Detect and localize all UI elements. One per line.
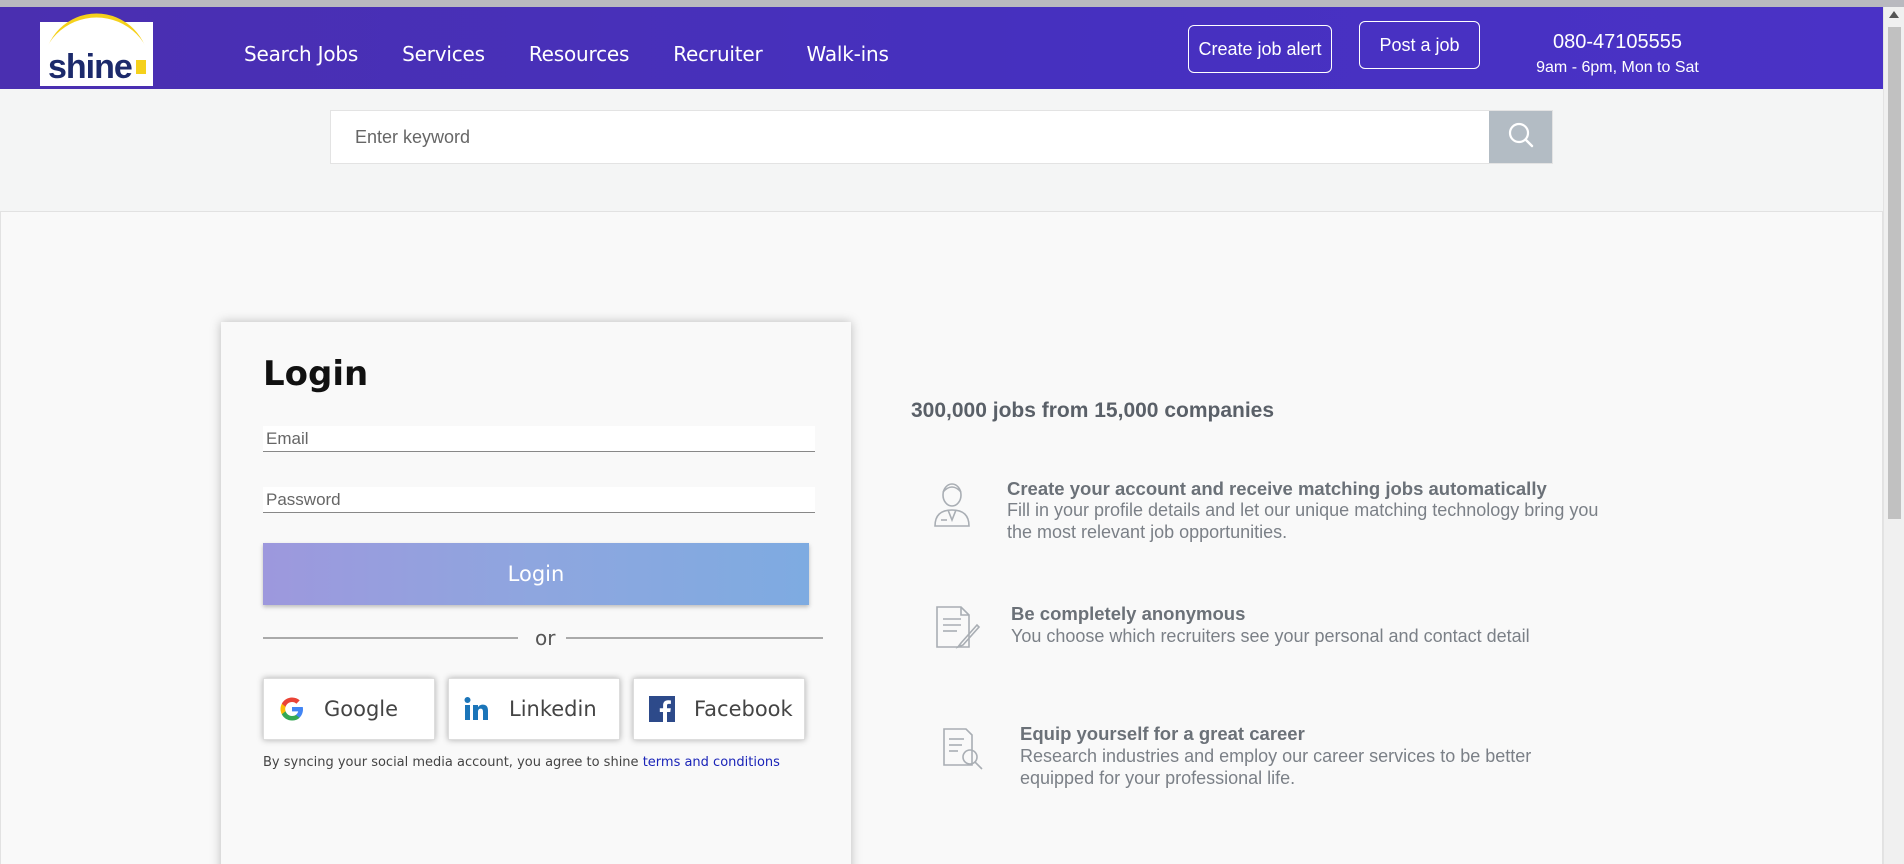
scroll-up-arrow-icon[interactable] <box>1889 11 1899 18</box>
feature-description: Fill in your profile details and let our… <box>1007 500 1599 542</box>
feature-title: Be completely anonymous <box>1011 603 1246 624</box>
contact-info: 080-47105555 9am - 6pm, Mon to Sat <box>1520 31 1715 77</box>
login-card: Login Login or Google L <box>221 322 851 864</box>
nav-resources[interactable]: Resources <box>529 42 630 66</box>
search-input[interactable] <box>331 111 1491 163</box>
linkedin-icon <box>463 695 491 723</box>
main-nav: Search Jobs Services Resources Recruiter… <box>244 42 933 66</box>
feature-description: You choose which recruiters see your per… <box>1011 626 1530 646</box>
linkedin-label: Linkedin <box>509 697 597 721</box>
feature-title: Create your account and receive matching… <box>1007 478 1547 499</box>
support-hours: 9am - 6pm, Mon to Sat <box>1536 59 1699 76</box>
terms-notice: By syncing your social media account, yo… <box>263 755 780 770</box>
browser-top-strip <box>0 0 1904 7</box>
nav-recruiter[interactable]: Recruiter <box>673 42 763 66</box>
site-header: shine Search Jobs Services Resources Rec… <box>0 7 1883 89</box>
divider-line-right <box>566 637 823 639</box>
terms-link[interactable]: terms and conditions <box>643 755 780 770</box>
linkedin-login-button[interactable]: Linkedin <box>448 678 620 740</box>
search-button[interactable] <box>1489 111 1552 163</box>
feature-description: Research industries and employ our caree… <box>1020 746 1532 788</box>
or-divider: or <box>263 625 823 651</box>
facebook-icon <box>648 695 676 723</box>
jobs-headline: 300,000 jobs from 15,000 companies <box>911 399 1275 422</box>
document-search-icon <box>940 725 990 775</box>
scroll-thumb[interactable] <box>1888 27 1901 519</box>
login-button[interactable]: Login <box>263 543 809 605</box>
terms-text: By syncing your social media account, yo… <box>263 755 639 770</box>
or-text: or <box>535 626 556 650</box>
google-login-button[interactable]: Google <box>263 678 435 740</box>
post-job-button[interactable]: Post a job <box>1359 21 1480 69</box>
document-edit-icon <box>933 603 983 653</box>
keyword-search <box>330 110 1553 164</box>
user-profile-icon <box>927 480 977 530</box>
login-title: Login <box>263 354 369 394</box>
facebook-label: Facebook <box>694 697 793 721</box>
password-field[interactable] <box>263 487 815 512</box>
nav-services[interactable]: Services <box>402 42 485 66</box>
page-scrollbar[interactable] <box>1883 7 1904 864</box>
google-icon <box>278 695 306 723</box>
logo-text: shine <box>48 48 132 86</box>
feature-title: Equip yourself for a great career <box>1020 723 1305 744</box>
nav-search-jobs[interactable]: Search Jobs <box>244 42 358 66</box>
shine-logo[interactable]: shine <box>40 12 153 86</box>
email-field[interactable] <box>263 426 815 451</box>
search-icon <box>1508 122 1534 153</box>
password-field-wrapper <box>263 487 815 513</box>
phone-number: 080-47105555 <box>1552 31 1682 53</box>
divider-line-left <box>263 637 518 639</box>
nav-walk-ins[interactable]: Walk-ins <box>807 42 889 66</box>
google-label: Google <box>324 697 399 721</box>
create-job-alert-button[interactable]: Create job alert <box>1188 25 1332 73</box>
email-field-wrapper <box>263 426 815 452</box>
facebook-login-button[interactable]: Facebook <box>633 678 805 740</box>
